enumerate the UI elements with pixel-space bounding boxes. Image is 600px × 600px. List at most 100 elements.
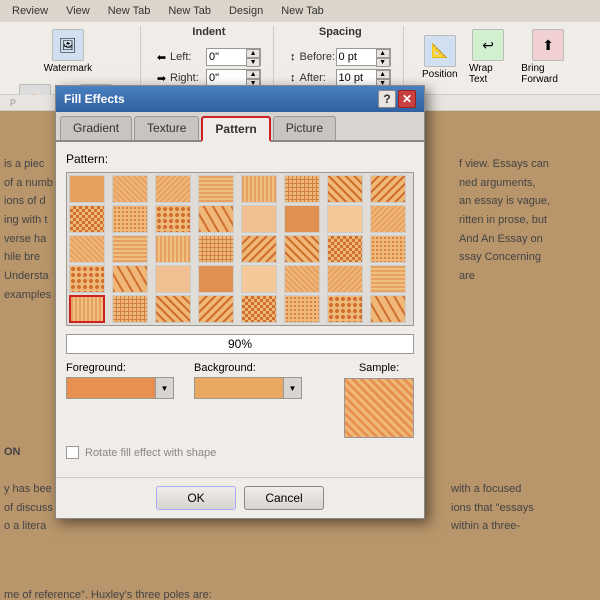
pattern-cell-24[interactable] bbox=[69, 265, 105, 293]
foreground-swatch[interactable] bbox=[66, 377, 156, 399]
bring-forward-button[interactable]: ⬆ Bring Forward bbox=[516, 26, 580, 88]
indent-left-value[interactable] bbox=[209, 51, 249, 63]
indent-right-label: Right: bbox=[170, 72, 202, 84]
dialog-titlebar: Fill Effects ? ✕ bbox=[56, 86, 424, 112]
tab-newtab-2[interactable]: New Tab bbox=[160, 3, 219, 19]
dialog-footer: OK Cancel bbox=[56, 477, 424, 518]
foreground-dropdown[interactable]: ▼ bbox=[156, 377, 174, 399]
tab-view[interactable]: View bbox=[58, 3, 98, 19]
spacing-before-up[interactable]: ▲ bbox=[376, 49, 390, 58]
pattern-cell-20[interactable] bbox=[241, 235, 277, 263]
position-button[interactable]: 📐 Position bbox=[420, 32, 460, 83]
background-swatch[interactable] bbox=[194, 377, 284, 399]
pattern-cell-28[interactable] bbox=[241, 265, 277, 293]
arrange-group: 📐 Position ↩ Wrap Text ⬆ Bring Forward bbox=[420, 26, 592, 88]
pattern-cell-22[interactable] bbox=[327, 235, 363, 263]
indent-right-value[interactable] bbox=[209, 72, 249, 84]
spacing-after-arrows: ▲ ▼ bbox=[376, 70, 390, 86]
pattern-cell-26[interactable] bbox=[155, 265, 191, 293]
dialog-close-button[interactable]: ✕ bbox=[398, 90, 416, 108]
tab-gradient[interactable]: Gradient bbox=[60, 116, 132, 140]
spacing-before-input[interactable]: ▲ ▼ bbox=[336, 48, 391, 66]
pattern-cell-29[interactable] bbox=[284, 265, 320, 293]
spacing-before-down[interactable]: ▼ bbox=[376, 58, 390, 67]
percent-display: 90% bbox=[66, 334, 414, 354]
spacing-before-value[interactable] bbox=[339, 51, 379, 63]
pattern-cell-12[interactable] bbox=[241, 205, 277, 233]
color-row: Foreground: ▼ Background: ▼ bbox=[66, 362, 302, 399]
indent-left-row: ⬅ Left: ▲ ▼ bbox=[157, 48, 261, 66]
dialog-help-button[interactable]: ? bbox=[378, 90, 396, 108]
pattern-cell-39[interactable] bbox=[370, 295, 406, 323]
pattern-cell-8[interactable] bbox=[69, 205, 105, 233]
spacing-before-label: Before: bbox=[300, 51, 332, 63]
ok-button[interactable]: OK bbox=[156, 486, 236, 510]
pattern-cell-35[interactable] bbox=[198, 295, 234, 323]
pattern-cell-30[interactable] bbox=[327, 265, 363, 293]
spacing-after-value[interactable] bbox=[339, 72, 379, 84]
pattern-cell-27[interactable] bbox=[198, 265, 234, 293]
pattern-cell-32[interactable] bbox=[69, 295, 105, 323]
pattern-cell-19[interactable] bbox=[198, 235, 234, 263]
spacing-before-arrows: ▲ ▼ bbox=[376, 49, 390, 65]
tab-newtab-3[interactable]: New Tab bbox=[273, 3, 332, 19]
pattern-cell-23[interactable] bbox=[370, 235, 406, 263]
pattern-cell-16[interactable] bbox=[69, 235, 105, 263]
wrap-text-button[interactable]: ↩ Wrap Text bbox=[464, 26, 512, 88]
dialog-body: Pattern: 90% Foreground: ▼ B bbox=[56, 142, 424, 477]
pattern-cell-14[interactable] bbox=[327, 205, 363, 233]
pattern-cell-13[interactable] bbox=[284, 205, 320, 233]
pattern-grid[interactable] bbox=[66, 172, 414, 326]
pattern-cell-17[interactable] bbox=[112, 235, 148, 263]
cancel-button[interactable]: Cancel bbox=[244, 486, 324, 510]
indent-right-up[interactable]: ▲ bbox=[246, 70, 260, 79]
pattern-cell-21[interactable] bbox=[284, 235, 320, 263]
dialog-title: Fill Effects bbox=[64, 92, 125, 106]
spacing-after-up[interactable]: ▲ bbox=[376, 70, 390, 79]
pattern-cell-6[interactable] bbox=[327, 175, 363, 203]
indent-left-input[interactable]: ▲ ▼ bbox=[206, 48, 261, 66]
pattern-cell-38[interactable] bbox=[327, 295, 363, 323]
tab-newtab-1[interactable]: New Tab bbox=[100, 3, 159, 19]
sample-label: Sample: bbox=[359, 362, 399, 374]
pattern-cell-5[interactable] bbox=[284, 175, 320, 203]
pattern-cell-11[interactable] bbox=[198, 205, 234, 233]
tab-design[interactable]: Design bbox=[221, 3, 271, 19]
background-group: Background: ▼ bbox=[194, 362, 302, 399]
pattern-cell-15[interactable] bbox=[370, 205, 406, 233]
pattern-cell-10[interactable] bbox=[155, 205, 191, 233]
pattern-cell-33[interactable] bbox=[112, 295, 148, 323]
tab-picture[interactable]: Picture bbox=[273, 116, 336, 140]
foreground-label: Foreground: bbox=[66, 362, 174, 374]
background-dropdown[interactable]: ▼ bbox=[284, 377, 302, 399]
watermark-icon: 🖼 bbox=[52, 29, 84, 61]
pattern-cell-7[interactable] bbox=[370, 175, 406, 203]
pattern-cell-2[interactable] bbox=[155, 175, 191, 203]
pattern-cell-34[interactable] bbox=[155, 295, 191, 323]
indent-left-down[interactable]: ▼ bbox=[246, 58, 260, 67]
pattern-cell-3[interactable] bbox=[198, 175, 234, 203]
pattern-cell-37[interactable] bbox=[284, 295, 320, 323]
watermark-button[interactable]: 🖼 Watermark bbox=[39, 26, 98, 77]
pattern-cell-1[interactable] bbox=[112, 175, 148, 203]
tab-review[interactable]: Review bbox=[4, 3, 56, 19]
background-picker: ▼ bbox=[194, 377, 302, 399]
tab-pattern[interactable]: Pattern bbox=[201, 116, 270, 142]
spacing-group: Spacing ↕ Before: ▲ ▼ ↕ After: bbox=[290, 26, 404, 87]
pattern-cell-31[interactable] bbox=[370, 265, 406, 293]
rotate-checkbox[interactable] bbox=[66, 446, 79, 459]
pattern-cell-9[interactable] bbox=[112, 205, 148, 233]
tab-texture[interactable]: Texture bbox=[134, 116, 199, 140]
position-icon: 📐 bbox=[424, 35, 456, 67]
indent-group: Indent ⬅ Left: ▲ ▼ ➡ Right: bbox=[157, 26, 274, 87]
indent-inputs: ⬅ Left: ▲ ▼ ➡ Right: bbox=[157, 48, 261, 87]
pattern-cell-25[interactable] bbox=[112, 265, 148, 293]
indent-title: Indent bbox=[192, 26, 225, 38]
pattern-cell-4[interactable] bbox=[241, 175, 277, 203]
pattern-cell-0[interactable] bbox=[69, 175, 105, 203]
indent-left-up[interactable]: ▲ bbox=[246, 49, 260, 58]
fill-effects-dialog: Fill Effects ? ✕ Gradient Texture Patter… bbox=[55, 85, 425, 519]
pattern-cell-18[interactable] bbox=[155, 235, 191, 263]
pattern-cell-36[interactable] bbox=[241, 295, 277, 323]
ribbon-tab-bar: Review View New Tab New Tab Design New T… bbox=[0, 0, 600, 22]
